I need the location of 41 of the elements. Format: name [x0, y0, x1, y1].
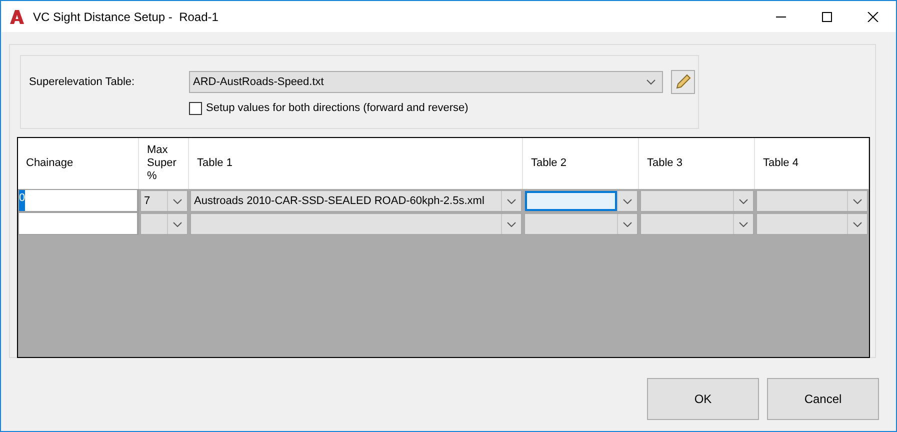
- close-icon: [867, 12, 879, 22]
- checkbox-label: Setup values for both directions (forward and reverse): [206, 101, 468, 116]
- dropdown-caret-icon: [623, 198, 632, 204]
- app-logo-icon: [9, 10, 25, 24]
- column-header: Table 2: [523, 138, 639, 189]
- dropdown-caret-icon: [739, 198, 748, 204]
- ok-button[interactable]: OK: [647, 378, 759, 420]
- dropdown-caret-icon: [623, 222, 632, 226]
- dropdown-cell[interactable]: 7: [140, 190, 188, 212]
- dropdown-cell[interactable]: [640, 190, 754, 212]
- field-label: Superelevation Table:: [29, 74, 136, 90]
- checkbox[interactable]: [189, 102, 202, 115]
- dropdown-caret-icon: [646, 79, 656, 85]
- dropdown-caret-icon: [739, 222, 748, 226]
- dropdown-caret-icon: [173, 198, 182, 204]
- cancel-button[interactable]: Cancel: [767, 378, 879, 420]
- dropdown-cell[interactable]: [190, 213, 522, 235]
- window-title: VC Sight Distance Setup - Road-1: [33, 8, 220, 26]
- column-header: Max Super %: [139, 138, 189, 189]
- superelevation-dropdown[interactable]: ARD-AustRoads-Speed.txt: [189, 71, 663, 93]
- dropdown-caret-icon: [853, 198, 862, 204]
- dropdown-caret-icon: [173, 222, 182, 226]
- dropdown-cell[interactable]: [756, 213, 868, 235]
- dropdown-cell[interactable]: Austroads 2010-CAR-SSD-SEALED ROAD-60kph-2.5s.xml: [190, 190, 522, 212]
- table-cell[interactable]: 0: [18, 189, 139, 212]
- dropdown-caret-icon: [853, 222, 862, 226]
- dropdown-cell[interactable]: [524, 213, 638, 235]
- dropdown-cell[interactable]: [640, 213, 754, 235]
- pencil-icon: [675, 74, 691, 90]
- column-header: Chainage: [18, 138, 139, 189]
- dropdown-caret-icon: [507, 222, 516, 226]
- edit-button[interactable]: [671, 70, 695, 94]
- column-header: Table 3: [639, 138, 755, 189]
- column-header: Table 1: [189, 138, 523, 189]
- table-cell[interactable]: [18, 212, 139, 235]
- dropdown-caret-icon: [507, 198, 516, 204]
- maximize-icon: [821, 12, 833, 22]
- dropdown-cell[interactable]: [756, 190, 868, 212]
- dropdown-cell[interactable]: [524, 190, 638, 212]
- column-header: Table 4: [755, 138, 869, 189]
- dropdown-cell[interactable]: [140, 213, 188, 235]
